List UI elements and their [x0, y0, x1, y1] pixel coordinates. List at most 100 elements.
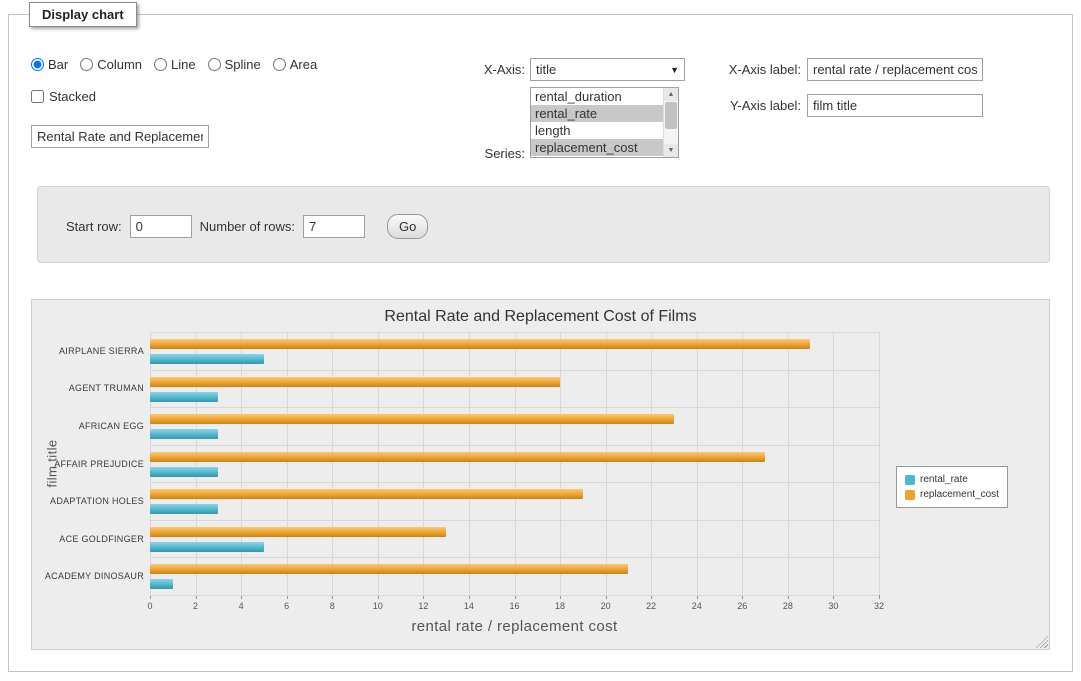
bar-rental_rate: [150, 429, 218, 439]
bar-replacement_cost: [150, 564, 628, 574]
x-tick-label: 2: [193, 601, 198, 611]
chevron-down-icon: ▼: [670, 65, 679, 75]
gridline: [515, 332, 516, 595]
resize-handle-icon[interactable]: [1036, 636, 1048, 648]
start-row-input[interactable]: [130, 215, 192, 238]
chart-type-option-label: Column: [97, 57, 142, 72]
x-tick-label: 32: [874, 601, 884, 611]
scrollbar-thumb[interactable]: [665, 102, 677, 129]
x-axis-select-value: title: [536, 62, 666, 77]
stacked-checkbox[interactable]: [31, 90, 44, 103]
x-axis-select[interactable]: title ▼: [530, 58, 685, 81]
start-row-label: Start row:: [66, 219, 122, 234]
scroll-up-icon[interactable]: ▲: [664, 88, 678, 101]
gridline: [287, 332, 288, 595]
bar-rental_rate: [150, 542, 264, 552]
x-tick-label: 18: [555, 601, 565, 611]
y-axis-label-label: Y-Axis label:: [689, 98, 801, 113]
x-tick-label: 24: [692, 601, 702, 611]
x-tick-label: 12: [418, 601, 428, 611]
bar-rental_rate: [150, 504, 218, 514]
chart-type-option-label: Area: [290, 57, 317, 72]
gridline: [150, 595, 879, 596]
series-listbox-items: rental_durationrental_ratelengthreplacem…: [531, 88, 663, 157]
category-label: ACADEMY DINOSAUR: [34, 571, 144, 581]
x-tick-label: 0: [147, 601, 152, 611]
legend-item[interactable]: rental_rate: [905, 472, 999, 487]
bar-replacement_cost: [150, 339, 810, 349]
tick-mark: [879, 595, 880, 599]
rows-controls: Start row: Number of rows: Go: [66, 214, 428, 239]
x-tick-label: 6: [284, 601, 289, 611]
bar-replacement_cost: [150, 527, 446, 537]
series-listbox: rental_durationrental_ratelengthreplacem…: [530, 87, 679, 158]
gridline: [150, 520, 879, 521]
stacked-option[interactable]: Stacked: [31, 89, 96, 104]
gridline: [469, 332, 470, 595]
y-axis-label-input[interactable]: [807, 94, 983, 117]
chart-type-option-bar[interactable]: Bar: [31, 57, 68, 72]
scroll-down-icon[interactable]: ▼: [664, 144, 678, 157]
gridline: [378, 332, 379, 595]
series-option[interactable]: length: [531, 122, 663, 139]
chart-type-option-line[interactable]: Line: [154, 57, 196, 72]
x-tick-label: 28: [783, 601, 793, 611]
scrollbar[interactable]: ▲ ▼: [663, 88, 678, 157]
gridline: [150, 332, 151, 595]
chart-panel: Rental Rate and Replacement Cost of Film…: [31, 299, 1050, 650]
gridline: [833, 332, 834, 595]
legend-label: replacement_cost: [920, 489, 999, 500]
category-label: AFFAIR PREJUDICE: [34, 459, 144, 469]
gridline: [150, 445, 879, 446]
gridline: [150, 557, 879, 558]
x-tick-label: 20: [601, 601, 611, 611]
chart-legend: rental_rate replacement_cost: [896, 466, 1008, 508]
replacement_cost-swatch: [905, 490, 915, 500]
category-label: ACE GOLDFINGER: [34, 534, 144, 544]
series-option[interactable]: rental_rate: [531, 105, 663, 122]
x-axis-label-input[interactable]: [807, 58, 983, 81]
bar-rental_rate: [150, 354, 264, 364]
stacked-label: Stacked: [49, 89, 96, 104]
go-button[interactable]: Go: [387, 214, 428, 239]
panel-legend: Display chart: [29, 2, 137, 27]
chart-type-option-column[interactable]: Column: [80, 57, 142, 72]
chart-type-radio-bar[interactable]: [31, 58, 44, 71]
x-axis-title: rental rate / replacement cost: [150, 618, 879, 635]
x-axis-label-label: X-Axis label:: [689, 62, 801, 77]
chart-type-option-spline[interactable]: Spline: [208, 57, 261, 72]
legend-label: rental_rate: [920, 474, 968, 485]
category-label: AFRICAN EGG: [34, 421, 144, 431]
x-tick-labels: 02468101214161820222426283032: [150, 601, 879, 613]
gridline: [651, 332, 652, 595]
gridline: [150, 482, 879, 483]
gridline: [560, 332, 561, 595]
num-rows-label: Number of rows:: [200, 219, 295, 234]
category-labels: AIRPLANE SIERRAAGENT TRUMANAFRICAN EGGAF…: [34, 332, 144, 595]
series-option[interactable]: replacement_cost: [531, 139, 663, 156]
bar-replacement_cost: [150, 377, 560, 387]
legend-item[interactable]: replacement_cost: [905, 487, 999, 502]
chart-type-radio-area[interactable]: [273, 58, 286, 71]
chart-type-radio-column[interactable]: [80, 58, 93, 71]
bar-rental_rate: [150, 392, 218, 402]
category-label: AGENT TRUMAN: [34, 383, 144, 393]
chart-type-radio-spline[interactable]: [208, 58, 221, 71]
x-tick-label: 10: [373, 601, 383, 611]
display-chart-panel: Display chart BarColumnLineSplineArea St…: [8, 14, 1073, 672]
gridline: [150, 370, 879, 371]
x-tick-label: 16: [509, 601, 519, 611]
gridline: [606, 332, 607, 595]
chart-type-group: Bar Column Line Spline Area: [31, 57, 317, 72]
chart-type-radio-line[interactable]: [154, 58, 167, 71]
rental_rate-swatch: [905, 475, 915, 485]
x-axis-select-label: X-Axis:: [429, 62, 525, 77]
bar-rental_rate: [150, 579, 173, 589]
series-option[interactable]: rental_duration: [531, 88, 663, 105]
x-tick-label: 14: [464, 601, 474, 611]
chart-title-input[interactable]: [31, 125, 209, 148]
num-rows-input[interactable]: [303, 215, 365, 238]
chart-type-option-area[interactable]: Area: [273, 57, 317, 72]
x-tick-label: 26: [737, 601, 747, 611]
x-tick-label: 22: [646, 601, 656, 611]
